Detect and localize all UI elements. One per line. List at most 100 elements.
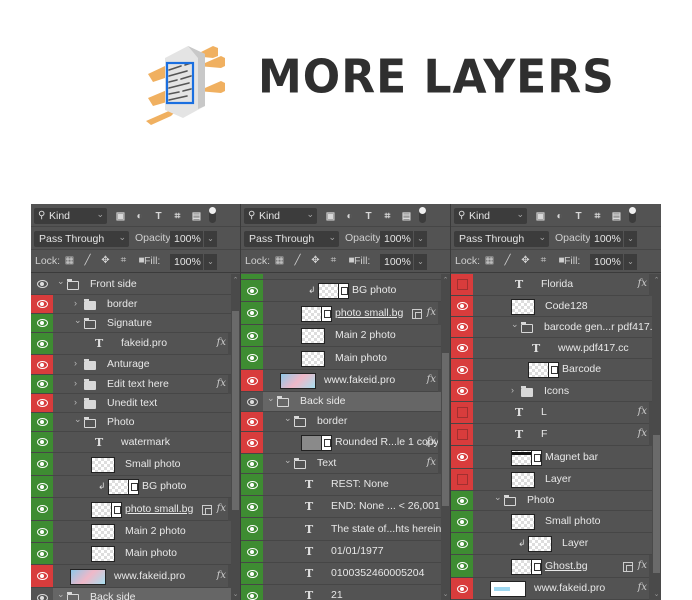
visibility-toggle[interactable] xyxy=(241,370,263,391)
layer-row[interactable]: www.fakeid.profx⌄ xyxy=(31,565,240,588)
layer-row[interactable]: photo small.bgfx⌄ xyxy=(241,302,450,325)
filter-toggle-switch[interactable] xyxy=(209,207,216,223)
scrollbar-thumb[interactable] xyxy=(442,353,449,506)
scrollbar-thumb[interactable] xyxy=(653,435,660,573)
shape-filter-icon[interactable]: ⌗ xyxy=(382,211,393,222)
chevron-down-icon[interactable]: ⌄ xyxy=(284,455,292,466)
visibility-toggle[interactable] xyxy=(451,359,473,380)
image-filter-icon[interactable]: ▣ xyxy=(325,211,336,222)
visibility-toggle[interactable] xyxy=(451,381,473,401)
layer-row[interactable]: T REST: None xyxy=(241,474,450,496)
fill-slider-button[interactable]: ⌄ xyxy=(414,254,427,270)
lock-artboard-icon[interactable]: ⌗ xyxy=(118,254,129,266)
visibility-toggle[interactable] xyxy=(451,491,473,510)
visibility-toggle[interactable] xyxy=(241,432,263,453)
layer-row[interactable]: › Anturage xyxy=(31,355,240,375)
smart-object-filter-icon[interactable]: ▤ xyxy=(611,211,622,222)
lock-transparency-icon[interactable]: ▦ xyxy=(484,254,495,266)
layer-row[interactable]: › Icons xyxy=(451,381,661,402)
layers-scrollbar[interactable]: ⌃ ⌄ xyxy=(652,274,661,600)
layer-row[interactable]: Main photo xyxy=(31,543,240,565)
visibility-toggle[interactable] xyxy=(241,274,263,279)
visibility-toggle[interactable] xyxy=(31,295,53,313)
layer-row[interactable]: ⌄ Photo xyxy=(31,413,240,432)
layer-row[interactable]: Main photo xyxy=(241,347,450,370)
layers-scrollbar[interactable]: ⌃ ⌄ xyxy=(441,274,450,600)
opacity-slider-button[interactable]: ⌄ xyxy=(414,231,427,247)
lock-transparency-icon[interactable]: ▦ xyxy=(64,254,75,266)
type-filter-icon[interactable]: T xyxy=(573,211,584,222)
chevron-right-icon[interactable]: › xyxy=(511,385,514,395)
visibility-toggle[interactable] xyxy=(241,325,263,346)
visibility-toggle[interactable] xyxy=(31,543,53,564)
visibility-toggle[interactable] xyxy=(451,555,473,577)
layer-row[interactable]: ⌄ Back side xyxy=(241,392,450,412)
filter-toggle-switch[interactable] xyxy=(419,207,426,223)
visibility-toggle[interactable] xyxy=(31,314,53,332)
visibility-toggle[interactable] xyxy=(241,347,263,369)
visibility-toggle[interactable] xyxy=(451,274,473,295)
fx-effects-icon[interactable]: fx xyxy=(427,374,436,385)
layer-row[interactable]: ⌄ border xyxy=(241,412,450,432)
visibility-toggle[interactable] xyxy=(31,588,53,600)
visibility-toggle[interactable] xyxy=(451,578,473,599)
adjustment-filter-icon[interactable]: ◐ xyxy=(344,211,355,222)
chevron-down-icon[interactable]: ⌄ xyxy=(74,414,82,425)
fill-input[interactable]: 100% xyxy=(590,254,623,270)
visibility-toggle[interactable] xyxy=(31,498,53,520)
lock-pixels-icon[interactable]: ╱ xyxy=(502,254,513,266)
lock-transparency-icon[interactable]: ▦ xyxy=(274,254,285,266)
visibility-toggle[interactable] xyxy=(31,565,53,587)
visibility-toggle[interactable] xyxy=(451,446,473,468)
layer-row[interactable]: T 01/01/1977 xyxy=(241,541,450,563)
visibility-toggle[interactable] xyxy=(31,394,53,412)
visibility-toggle[interactable] xyxy=(241,392,263,411)
chevron-right-icon[interactable]: › xyxy=(74,298,77,308)
chevron-down-icon[interactable]: ⌄ xyxy=(284,413,292,424)
lock-position-icon[interactable]: ✥ xyxy=(310,254,321,266)
layer-row[interactable]: ⌄ Front side xyxy=(31,274,240,295)
scroll-up-arrow[interactable]: ⌃ xyxy=(652,276,661,284)
layer-row[interactable]: Rounded R...le 1 copyfx⌄ xyxy=(241,432,450,454)
chevron-down-icon[interactable]: ⌄ xyxy=(57,589,65,600)
layer-row[interactable]: › border xyxy=(31,295,240,314)
adjustment-filter-icon[interactable]: ◐ xyxy=(134,211,145,222)
layer-row[interactable]: T The state of...hts herein. xyxy=(241,518,450,541)
fx-effects-icon[interactable]: fx xyxy=(427,436,436,447)
blend-mode-dropdown[interactable]: Pass Through ⌄ xyxy=(244,231,339,247)
visibility-toggle[interactable] xyxy=(451,511,473,532)
smart-object-filter-icon[interactable]: ▤ xyxy=(191,211,202,222)
fx-effects-icon[interactable]: fx xyxy=(217,378,226,389)
visibility-toggle[interactable] xyxy=(451,533,473,554)
visibility-toggle[interactable] xyxy=(241,454,263,473)
chevron-down-icon[interactable]: ⌄ xyxy=(267,393,275,404)
lock-artboard-icon[interactable]: ⌗ xyxy=(328,254,339,266)
scroll-down-arrow[interactable]: ⌄ xyxy=(652,590,661,598)
chevron-down-icon[interactable]: ⌄ xyxy=(511,319,519,330)
fx-effects-icon[interactable]: fx xyxy=(638,278,647,289)
layer-row[interactable]: photo small.bgfx⌄ xyxy=(31,498,240,521)
chevron-down-icon[interactable]: ⌄ xyxy=(494,492,502,503)
visibility-toggle[interactable] xyxy=(31,333,53,354)
fx-effects-icon[interactable]: fx xyxy=(427,307,436,318)
chevron-right-icon[interactable]: › xyxy=(74,358,77,368)
layer-row[interactable]: ⌄ Signature xyxy=(31,314,240,333)
layer-row[interactable]: T 21 xyxy=(241,585,450,600)
layer-row[interactable]: www.fakeid.profx⌄ xyxy=(241,370,450,392)
fill-slider-button[interactable]: ⌄ xyxy=(624,254,637,270)
layer-row[interactable]: TFfx⌄ xyxy=(451,424,661,446)
layer-row[interactable]: › Unedit text xyxy=(31,394,240,413)
fx-effects-icon[interactable]: fx xyxy=(217,570,226,581)
scroll-down-arrow[interactable]: ⌄ xyxy=(231,590,240,598)
image-filter-icon[interactable]: ▣ xyxy=(535,211,546,222)
visibility-toggle[interactable] xyxy=(241,585,263,600)
shape-filter-icon[interactable]: ⌗ xyxy=(592,211,603,222)
blend-mode-dropdown[interactable]: Pass Through ⌄ xyxy=(454,231,549,247)
layer-row[interactable]: ↲ BG photo xyxy=(241,280,450,302)
visibility-toggle[interactable] xyxy=(451,402,473,423)
layer-row[interactable]: ⌄Textfx⌄ xyxy=(241,454,450,474)
layer-row[interactable]: Twww.pdf417.cc xyxy=(451,338,661,359)
visibility-toggle[interactable] xyxy=(31,432,53,452)
kind-filter-dropdown[interactable]: ⚲ Kind ⌄ xyxy=(244,208,317,224)
opacity-input[interactable]: 100% xyxy=(380,231,413,247)
